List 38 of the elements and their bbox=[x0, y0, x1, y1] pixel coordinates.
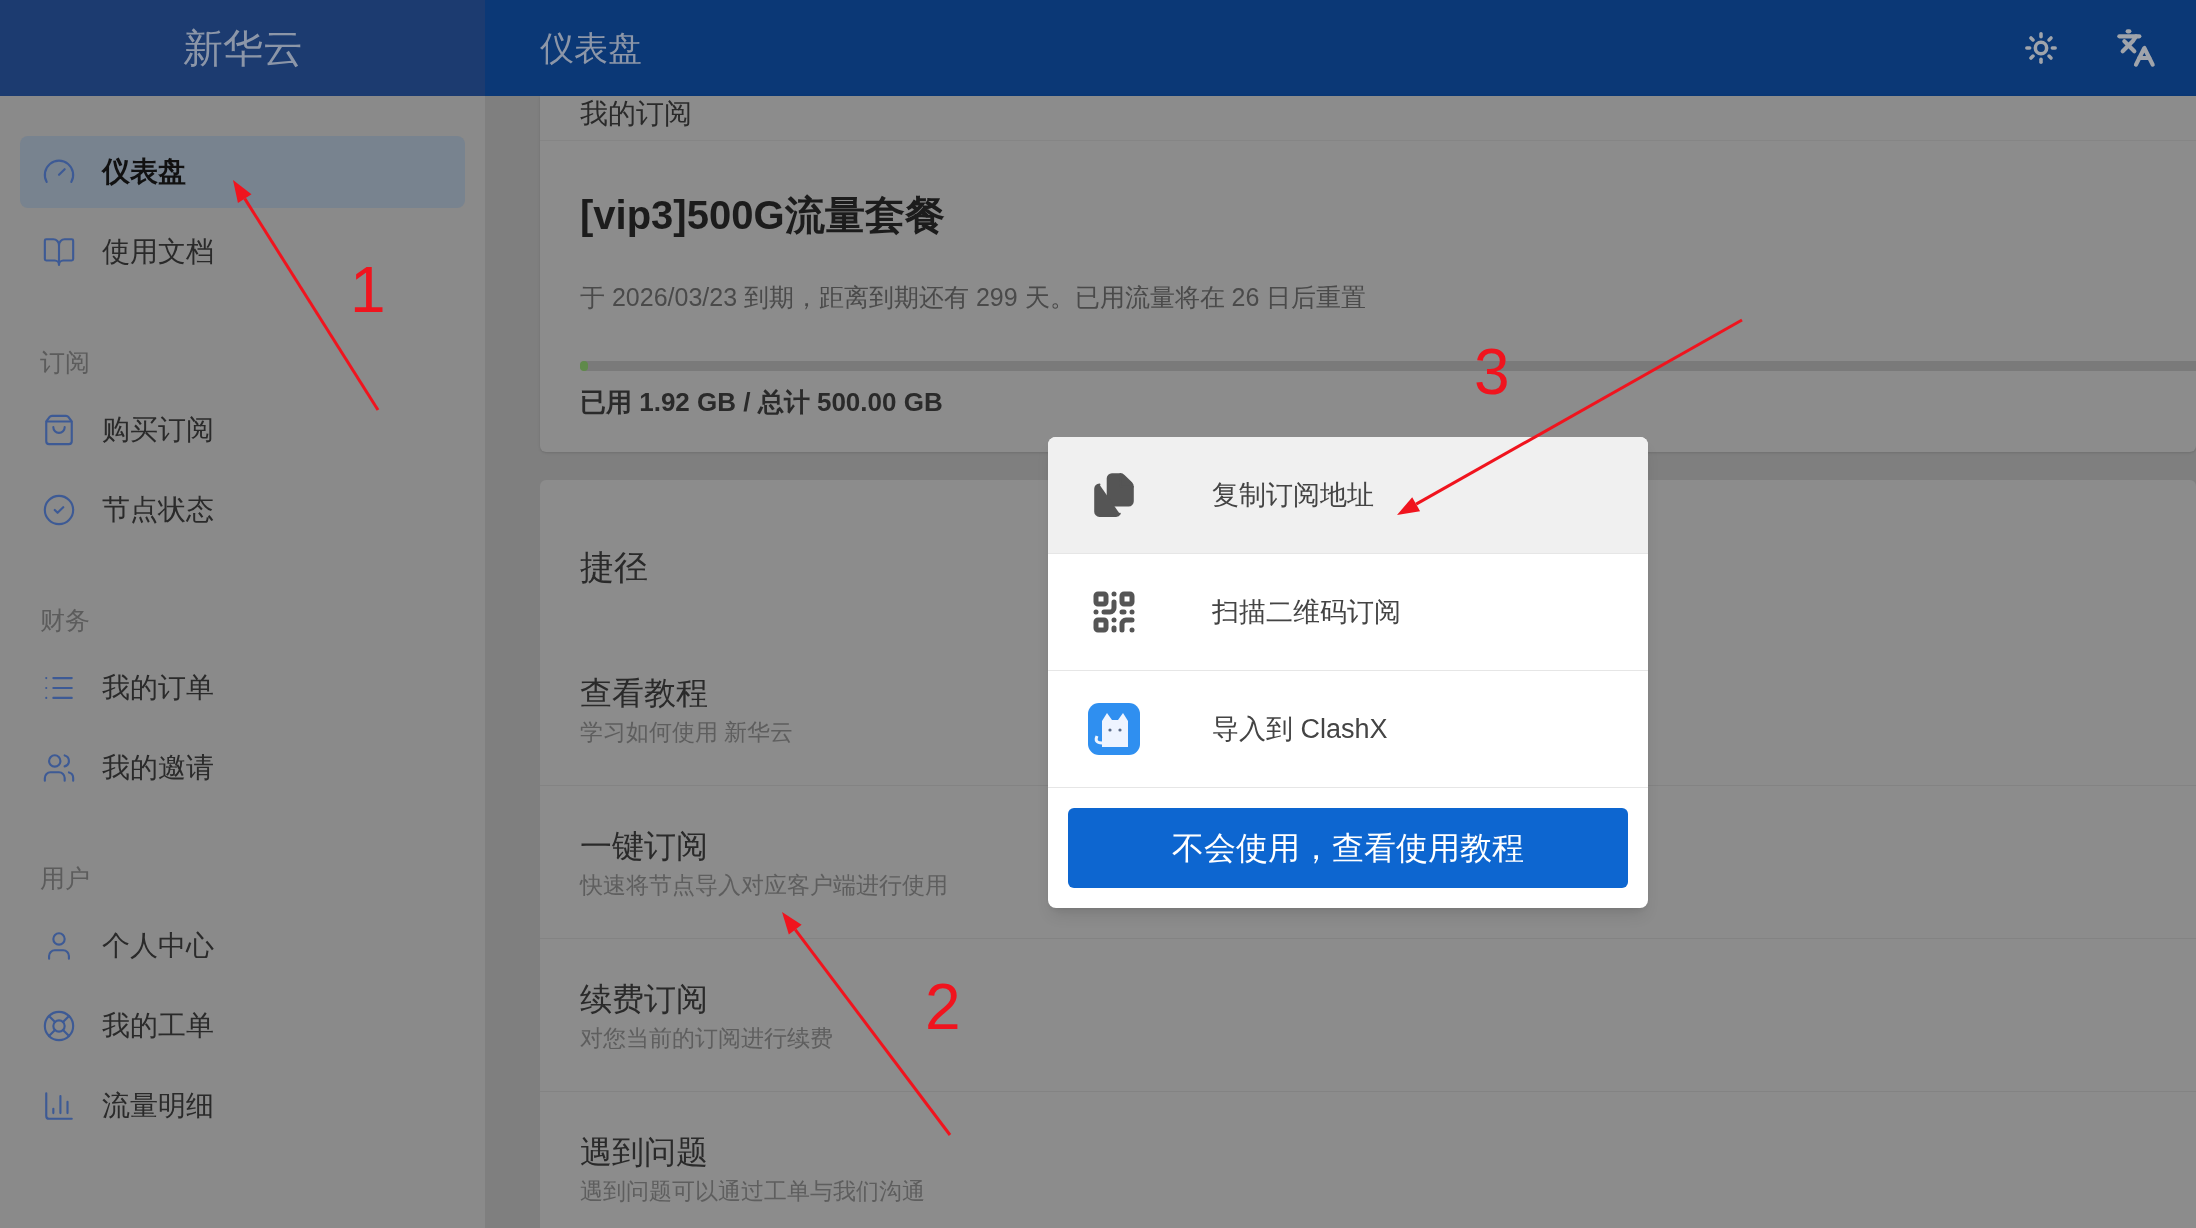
language-icon[interactable] bbox=[2116, 28, 2156, 68]
menu-label: 导入到 ClashX bbox=[1212, 712, 1388, 746]
brand-name: 新华云 bbox=[182, 25, 303, 72]
plan-name: [vip3]500G流量套餐 bbox=[580, 192, 945, 239]
sidebar-item[interactable]: 仪表盘 bbox=[20, 136, 465, 208]
shortcut-title[interactable]: 查看教程 bbox=[580, 672, 708, 713]
shortcut-title[interactable]: 一键订阅 bbox=[580, 825, 708, 866]
lifebuoy-icon bbox=[42, 1009, 76, 1043]
shortcut-title[interactable]: 遇到问题 bbox=[580, 1131, 708, 1172]
cat-app-icon bbox=[1088, 703, 1140, 755]
menu-item[interactable]: 扫描二维码订阅 bbox=[1048, 554, 1648, 671]
bag-icon bbox=[42, 413, 76, 447]
sidebar-item[interactable]: 我的邀请 bbox=[20, 732, 465, 804]
sidebar-item[interactable]: 流量明细 bbox=[20, 1070, 465, 1142]
expiry-text: 于 2026/03/23 到期，距离到期还有 299 天。已用流量将在 26 日后重置 bbox=[580, 282, 1367, 313]
annotation-number: 3 bbox=[1474, 340, 1510, 404]
menu-item[interactable]: 导入到 ClashX bbox=[1048, 671, 1648, 788]
section-title: 捷径 bbox=[580, 546, 648, 588]
menu-label: 复制订阅地址 bbox=[1212, 478, 1374, 512]
page-title: 仪表盘 bbox=[540, 27, 642, 69]
annotation-number: 1 bbox=[350, 258, 386, 322]
sidebar-item[interactable]: 我的订单 bbox=[20, 652, 465, 724]
check-circle-icon bbox=[42, 493, 76, 527]
sidebar-item[interactable]: 购买订阅 bbox=[20, 394, 465, 466]
bar-chart-icon bbox=[42, 1089, 76, 1123]
book-icon bbox=[42, 235, 76, 269]
sidebar-item[interactable]: 个人中心 bbox=[20, 910, 465, 982]
tutorial-button[interactable]: 不会使用，查看使用教程 bbox=[1068, 808, 1628, 888]
annotation-number: 2 bbox=[925, 975, 961, 1039]
section-title: 我的订阅 bbox=[580, 97, 693, 130]
menu-label: 扫描二维码订阅 bbox=[1212, 595, 1401, 629]
usage-text: 已用 1.92 GB / 总计 500.00 GB bbox=[580, 385, 943, 419]
sidebar-item[interactable]: 我的工单 bbox=[20, 990, 465, 1062]
shortcut-title[interactable]: 续费订阅 bbox=[580, 978, 708, 1019]
theme-toggle-icon[interactable] bbox=[2024, 31, 2058, 65]
users-icon bbox=[42, 751, 76, 785]
menu-item[interactable]: 复制订阅地址 bbox=[1048, 437, 1648, 554]
sidebar-item[interactable]: 节点状态 bbox=[20, 474, 465, 546]
